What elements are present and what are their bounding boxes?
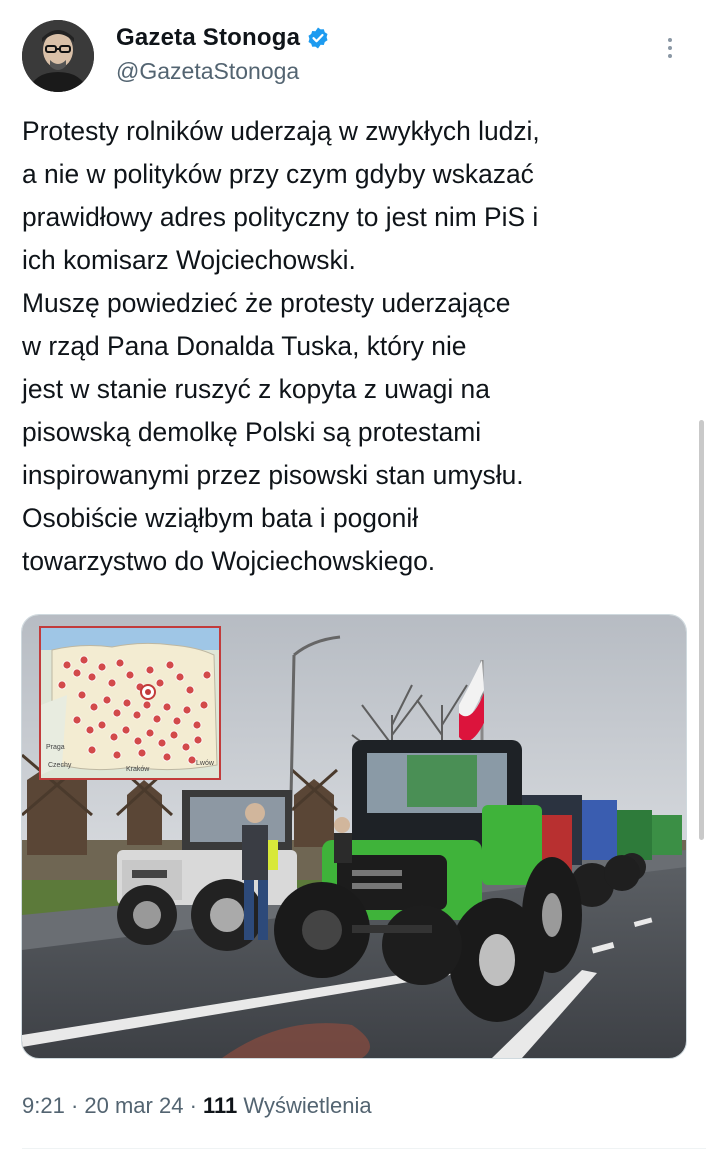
author-handle[interactable]: @GazetaStonoga (116, 58, 299, 85)
map-label-praga: Praga (46, 744, 65, 751)
more-options-icon[interactable] (658, 34, 682, 64)
divider (22, 1148, 706, 1149)
scrollbar[interactable] (699, 420, 704, 840)
tweet-date[interactable]: 20 mar 24 (84, 1093, 183, 1118)
tractor-protest-photo: Praga Czechy Lwów Kraków (22, 615, 686, 1058)
views-label: Wyświetlenia (237, 1093, 372, 1118)
map-label-krakow: Kraków (126, 766, 150, 773)
name-row: Gazeta Stonoga (116, 24, 330, 52)
tweet-meta: 9:21 · 20 mar 24 · 111 Wyświetlenia (22, 1093, 372, 1119)
tweet-media-photo[interactable]: Praga Czechy Lwów Kraków (21, 614, 687, 1059)
tweet-text: Protesty rolników uderzają w zwykłych lu… (22, 116, 540, 576)
author-avatar[interactable] (22, 20, 94, 92)
tweet-time[interactable]: 9:21 (22, 1093, 65, 1118)
map-label-czechy: Czechy (48, 762, 72, 769)
user-avatar-icon (22, 20, 94, 92)
verified-badge-icon (308, 27, 328, 49)
map-label-lwow: Lwów (196, 760, 215, 767)
meta-separator: · (64, 1093, 85, 1118)
meta-separator: · (183, 1093, 204, 1118)
author-display-name[interactable]: Gazeta Stonoga (116, 24, 300, 52)
protest-map-inset: Praga Czechy Lwów Kraków (39, 626, 221, 780)
tweet-header: Gazeta Stonoga @GazetaStonoga (22, 20, 692, 100)
views-count: 111 (203, 1093, 238, 1118)
